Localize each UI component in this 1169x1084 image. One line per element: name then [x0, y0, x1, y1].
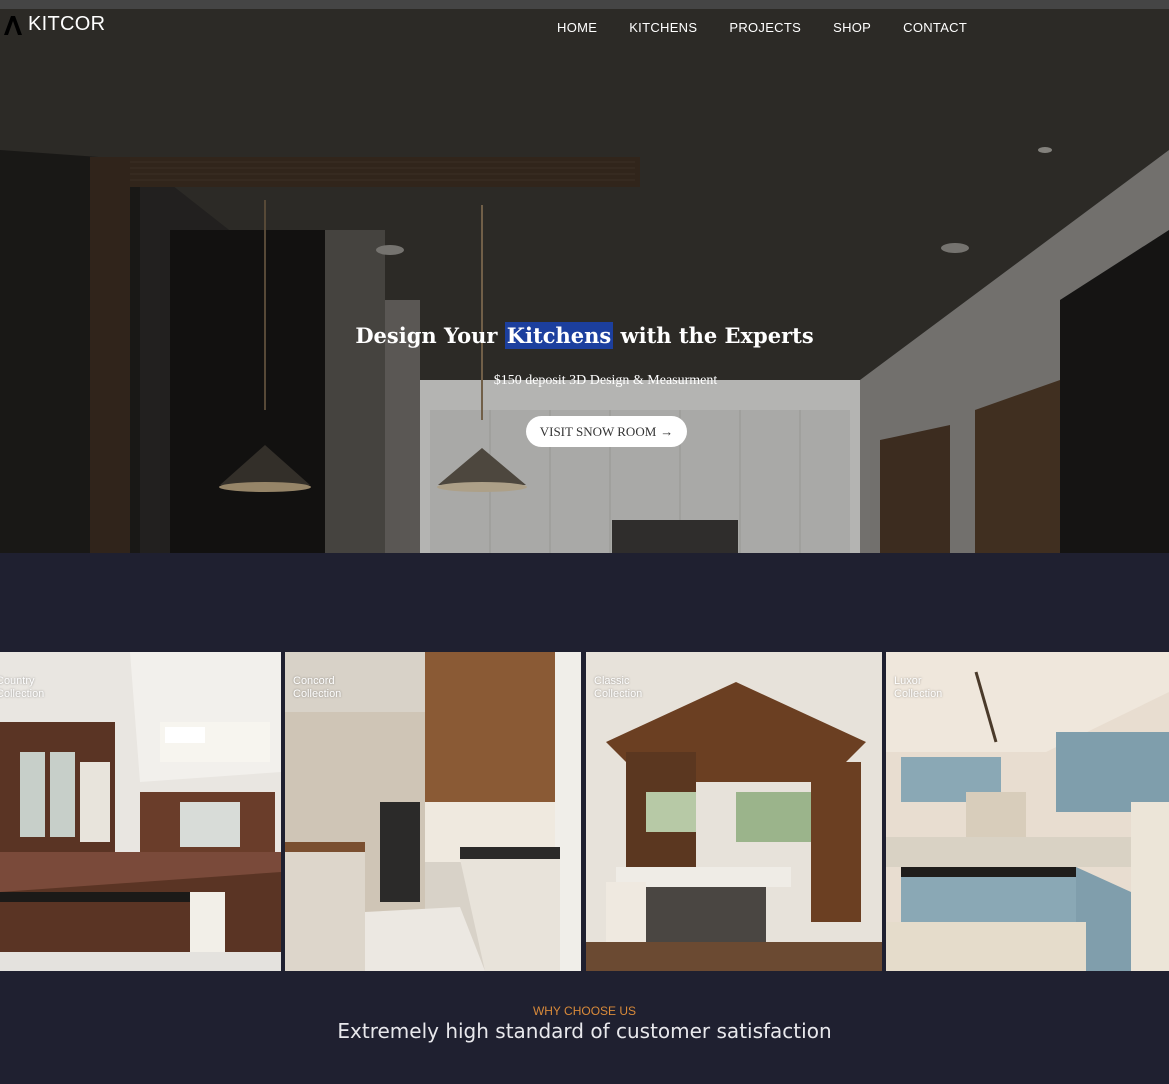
collection-name: Concord: [293, 675, 335, 687]
brand-name: KITCOR: [28, 13, 106, 35]
collection-suffix: Collection: [594, 688, 643, 700]
visit-showroom-button[interactable]: VISIT SNOW ROOM →: [526, 416, 687, 447]
hero-overlay: [0, 0, 1169, 553]
collection-card-luxor[interactable]: Luxor Collection: [886, 652, 1169, 971]
nav-kitchens[interactable]: KITCHENS: [629, 20, 697, 35]
collection-suffix: Collection: [0, 688, 45, 700]
top-strip: [0, 0, 1169, 9]
collection-name: Luxor: [894, 675, 922, 687]
nav-shop[interactable]: SHOP: [833, 20, 871, 35]
hero-section: KITCOR HOME KITCHENS PROJECTS SHOP CONTA…: [0, 0, 1169, 553]
hero-title-highlight: Kitchens: [504, 322, 614, 349]
hero-subtitle: $150 deposit 3D Design & Measurment: [493, 373, 718, 388]
collection-card-concord[interactable]: Concord Collection: [285, 652, 581, 971]
nav-contact[interactable]: CONTACT: [903, 20, 967, 35]
hero-title-end: with the Experts: [620, 323, 814, 348]
hero-title-start: Design Your: [355, 323, 498, 348]
collection-label: Country Collection: [0, 675, 56, 701]
why-eyebrow: WHY CHOOSE US: [532, 1004, 637, 1018]
collection-label: Classic Collection: [594, 675, 654, 701]
a-letter-logo-icon: [4, 15, 22, 35]
collection-name: Country: [0, 675, 35, 687]
arrow-right-icon: →: [660, 423, 674, 439]
collection-card-country[interactable]: Country Collection: [0, 652, 281, 971]
collection-suffix: Collection: [293, 688, 342, 700]
nav-projects[interactable]: PROJECTS: [729, 20, 801, 35]
cta-label: VISIT SNOW ROOM: [539, 423, 657, 439]
collections-gallery: Country Collection Concord Collection: [0, 652, 1169, 971]
brand-logo[interactable]: KITCOR: [4, 13, 105, 36]
collection-name: Classic: [594, 675, 630, 687]
collection-label: Luxor Collection: [894, 675, 954, 701]
collection-label: Concord Collection: [293, 675, 353, 701]
collection-suffix: Collection: [894, 688, 943, 700]
why-title: Extremely high standard of customer sati…: [337, 1019, 832, 1043]
hero-title: Design Your Kitchens with the Experts: [0, 322, 1169, 349]
collection-card-classic[interactable]: Classic Collection: [586, 652, 882, 971]
main-navigation: HOME KITCHENS PROJECTS SHOP CONTACT: [557, 20, 967, 35]
nav-home[interactable]: HOME: [557, 20, 597, 35]
